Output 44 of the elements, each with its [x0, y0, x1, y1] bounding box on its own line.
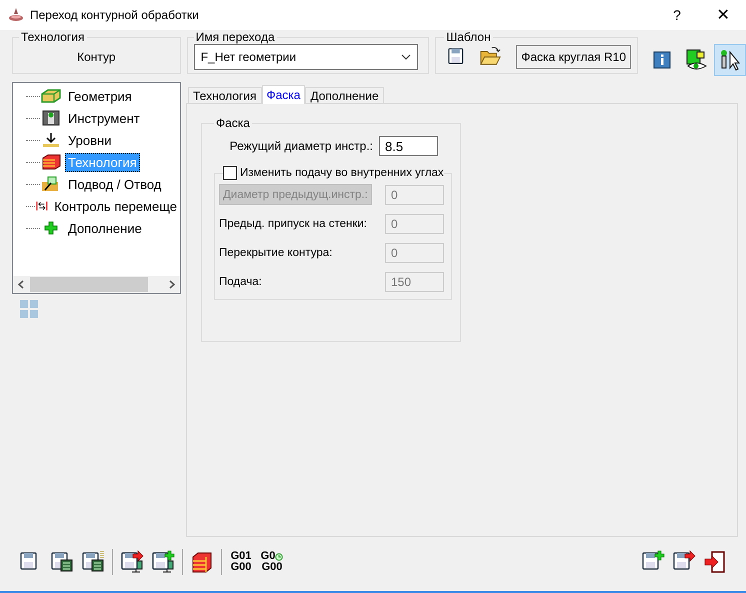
layers-icon — [190, 550, 214, 574]
tree-item[interactable]: Дополнение — [65, 218, 145, 238]
tree-item[interactable]: Подвод / Отвод — [65, 174, 164, 194]
pick-tool-button[interactable] — [714, 44, 746, 76]
g-code-button[interactable]: G01 G00 — [226, 547, 256, 577]
field-label: Предыд. припуск на стенки: — [219, 218, 367, 230]
field-label: Режущий диаметр инстр.: — [230, 139, 373, 153]
exit-icon — [703, 550, 727, 574]
group-label: Имя перехода — [194, 30, 276, 44]
template-button[interactable]: Фаска круглая R10 — [516, 44, 631, 68]
field-label: Подача: — [219, 276, 262, 288]
tree-item[interactable]: Инструмент — [65, 108, 143, 128]
app-icon — [8, 7, 24, 23]
floppy-disk-icon — [151, 550, 175, 574]
close-button[interactable]: ✕ — [700, 0, 746, 30]
group-label: Фаска — [215, 116, 251, 130]
step-name-dropdown[interactable]: F_Нет геометрии — [194, 44, 418, 70]
clock-icon — [275, 552, 284, 560]
help-button[interactable]: ? — [654, 0, 700, 30]
technology-value: Контур — [77, 50, 116, 64]
floppy-disk-icon — [120, 550, 144, 574]
floppy-disk-icon — [81, 550, 105, 574]
down-arrow-icon — [40, 132, 62, 148]
tab[interactable]: Технология — [188, 87, 262, 104]
input-field[interactable]: 8.5 — [379, 136, 438, 156]
tool-icon — [40, 110, 62, 126]
window-title: Переход контурной обработки — [30, 8, 199, 22]
eye-icon — [684, 48, 708, 72]
group-label: Технология — [20, 30, 86, 44]
floppy-disk-icon — [50, 550, 74, 574]
tab[interactable]: Фаска — [262, 85, 306, 104]
group-label: Шаблон — [445, 30, 492, 44]
chevron-down-icon — [400, 54, 411, 60]
feed-change-checkbox[interactable]: Изменить подачу во внутренних углах — [223, 166, 444, 180]
box-icon — [40, 88, 62, 104]
tree-item[interactable]: Контроль перемеще — [51, 196, 180, 216]
layers-icon — [40, 154, 62, 170]
tree-item[interactable]: Геометрия — [65, 86, 135, 106]
field-label: Перекрытие контура: — [219, 246, 332, 258]
tab[interactable]: Дополнение — [305, 87, 384, 104]
tree-item[interactable]: Уровни — [65, 130, 114, 150]
g-code-clock-button[interactable]: G0 G00 — [257, 547, 287, 577]
horizontal-scrollbar[interactable] — [13, 276, 180, 293]
cursor-icon — [718, 48, 742, 72]
